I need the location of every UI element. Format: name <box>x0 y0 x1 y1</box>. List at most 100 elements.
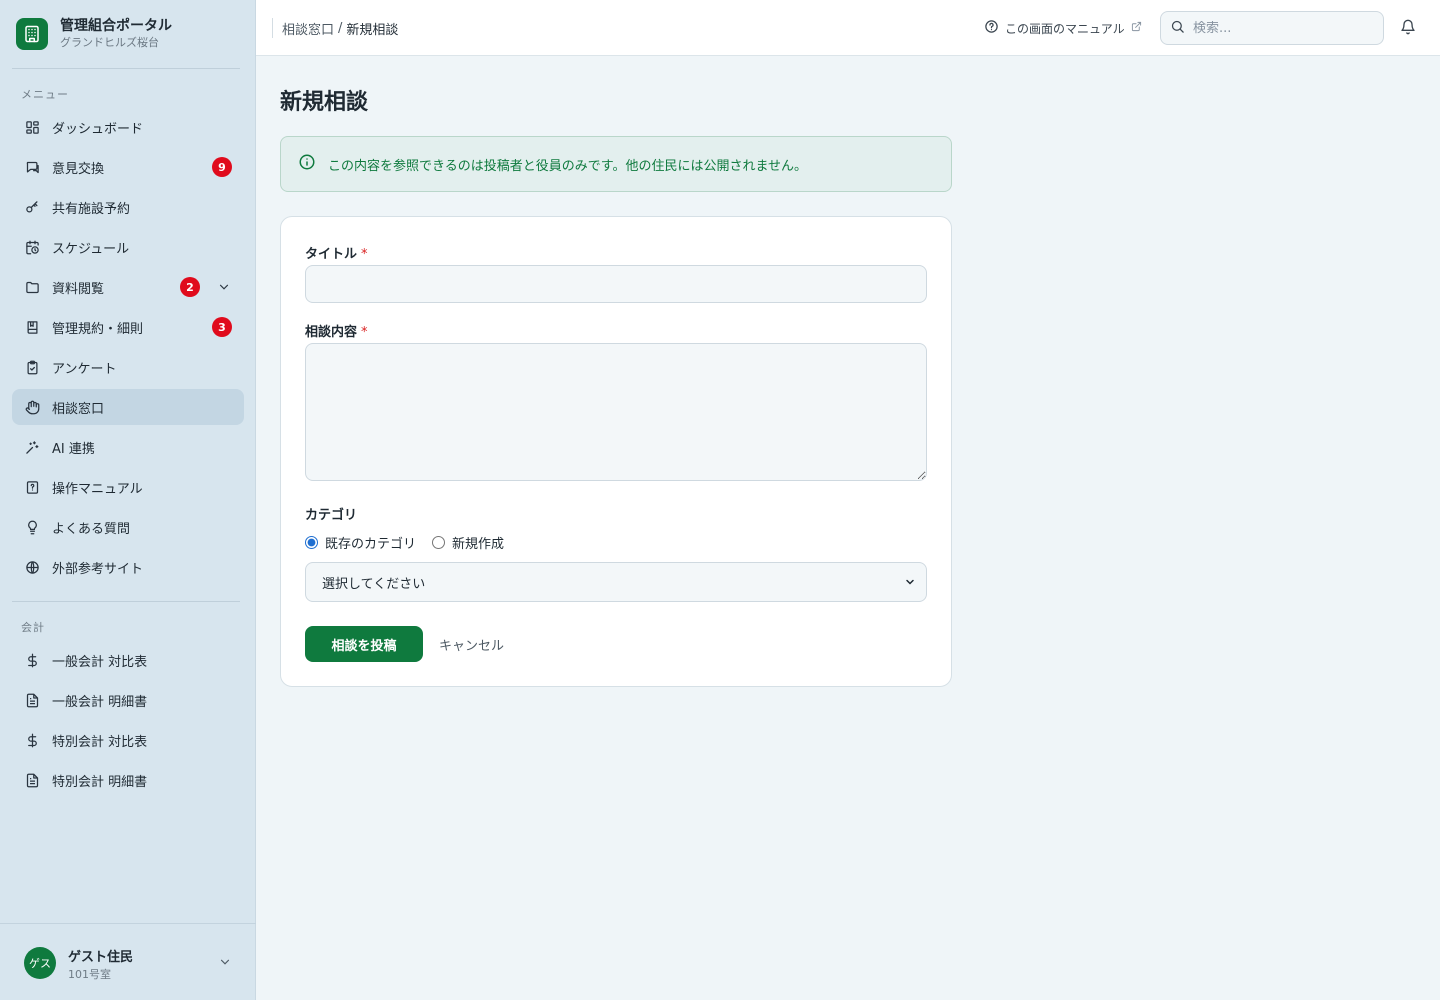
sidebar-divider <box>12 601 240 602</box>
sidebar-item-label: 操作マニュアル <box>52 481 143 497</box>
calendar-clock-icon <box>24 239 40 255</box>
manual-link-label: この画面のマニュアル <box>1005 21 1125 36</box>
chevron-down-icon[interactable] <box>216 279 232 295</box>
category-select[interactable]: 選択してください <box>305 562 927 602</box>
sidebar-item-label: 意見交換 <box>52 161 105 177</box>
title-label: タイトル * <box>305 243 368 262</box>
brand[interactable]: 管理組合ポータル グランドヒルズ桜台 <box>16 17 172 50</box>
manual-link[interactable]: この画面のマニュアル <box>984 19 1142 37</box>
breadcrumb: 相談窓口 / 新規相談 <box>272 18 398 38</box>
unread-badge: 9 <box>212 157 232 177</box>
category-select-value: 選択してください <box>322 576 426 592</box>
sidebar-item-consultation[interactable]: 相談窓口 <box>12 389 244 425</box>
sidebar-item-special-comparison[interactable]: 特別会計 対比表 <box>12 722 244 758</box>
accounting-section-label: 会計 <box>21 621 45 634</box>
chat-icon <box>24 159 40 175</box>
sidebar-item-label: 一般会計 明細書 <box>52 694 148 710</box>
search-icon <box>1170 19 1185 38</box>
sidebar-item-label: 管理規約・細則 <box>52 321 144 337</box>
sidebar-item-general-comparison[interactable]: 一般会計 対比表 <box>12 642 244 678</box>
content-label-text: 相談内容 <box>305 325 358 340</box>
unread-badge: 3 <box>212 317 232 337</box>
sidebar-item-ai[interactable]: AI 連携 <box>12 429 244 465</box>
sidebar-item-label: 一般会計 対比表 <box>52 654 148 670</box>
dashboard-icon <box>24 119 40 135</box>
title-input[interactable] <box>305 265 927 303</box>
title-label-text: タイトル <box>305 247 358 262</box>
user-menu[interactable]: ゲス ゲスト住民 101号室 <box>0 923 256 1000</box>
breadcrumb-parent[interactable]: 相談窓口 <box>282 19 334 38</box>
privacy-notice-text: この内容を参照できるのは投稿者と役員のみです。他の住民には公開されません。 <box>328 158 808 174</box>
sidebar-item-label: スケジュール <box>52 241 130 257</box>
book-icon <box>24 319 40 335</box>
building-icon <box>16 17 48 50</box>
search-input[interactable] <box>1193 20 1373 36</box>
consultation-form: タイトル * 相談内容 * カテゴリ 既存のカテゴリ 新規作成 選択してください 相… <box>280 216 952 687</box>
user-name: ゲスト住民 <box>68 950 134 965</box>
radio-existing-input[interactable] <box>305 536 318 549</box>
dollar-icon <box>24 732 40 748</box>
sidebar-item-facility-booking[interactable]: 共有施設予約 <box>12 189 244 225</box>
sidebar-item-dashboard[interactable]: ダッシュボード <box>12 109 244 145</box>
breadcrumb-separator: / <box>338 20 343 36</box>
document-icon <box>24 772 40 788</box>
radio-new-category[interactable]: 新規作成 <box>432 533 504 552</box>
cancel-button[interactable]: キャンセル <box>439 635 504 654</box>
avatar: ゲス <box>24 947 56 979</box>
sidebar-item-external-sites[interactable]: 外部参考サイト <box>12 549 244 585</box>
sidebar-item-survey[interactable]: アンケート <box>12 349 244 385</box>
sidebar-item-label: よくある質問 <box>52 521 131 537</box>
menu-section-label: メニュー <box>21 88 69 101</box>
chevron-down-icon <box>904 576 916 592</box>
sparkles-icon <box>24 439 40 455</box>
sidebar-item-label: 資料閲覧 <box>52 281 105 297</box>
sidebar: 管理組合ポータル グランドヒルズ桜台 メニュー ダッシュボード 意見交換 9 共… <box>0 0 256 1000</box>
search-box[interactable] <box>1160 11 1384 45</box>
dollar-icon <box>24 652 40 668</box>
radio-new-label: 新規作成 <box>452 537 505 552</box>
category-mode-radios: 既存のカテゴリ 新規作成 <box>305 533 520 552</box>
submit-consultation-button[interactable]: 相談を投稿 <box>305 626 423 662</box>
content-textarea[interactable] <box>305 343 927 481</box>
required-mark: * <box>361 247 368 262</box>
external-link-icon <box>1131 21 1142 35</box>
sidebar-item-label: アンケート <box>52 361 117 377</box>
clipboard-icon <box>24 359 40 375</box>
sidebar-item-label: ダッシュボード <box>52 121 144 137</box>
sidebar-item-label: 外部参考サイト <box>52 561 144 577</box>
sidebar-item-documents[interactable]: 資料閲覧 2 <box>12 269 244 305</box>
sidebar-item-special-statement[interactable]: 特別会計 明細書 <box>12 762 244 798</box>
sidebar-item-discussion[interactable]: 意見交換 9 <box>12 149 244 185</box>
brand-subtitle: グランドヒルズ桜台 <box>60 36 159 49</box>
brand-title: 管理組合ポータル <box>60 18 172 34</box>
user-room: 101号室 <box>68 968 111 981</box>
hand-icon <box>24 399 40 415</box>
top-header: 相談窓口 / 新規相談 この画面のマニュアル <box>256 0 1440 56</box>
info-icon <box>298 153 316 175</box>
lightbulb-icon <box>24 519 40 535</box>
content-label: 相談内容 * <box>305 321 368 340</box>
radio-existing-category[interactable]: 既存のカテゴリ <box>305 533 416 552</box>
category-label: カテゴリ <box>305 508 358 523</box>
sidebar-item-rules[interactable]: 管理規約・細則 3 <box>12 309 244 345</box>
sidebar-item-manual[interactable]: 操作マニュアル <box>12 469 244 505</box>
sidebar-item-label: 特別会計 明細書 <box>52 774 148 790</box>
help-circle-icon <box>984 19 999 37</box>
manual-icon <box>24 479 40 495</box>
bell-icon[interactable] <box>1400 19 1416 39</box>
globe-icon <box>24 559 40 575</box>
radio-existing-label: 既存のカテゴリ <box>325 537 417 552</box>
folder-icon <box>24 279 40 295</box>
sidebar-divider <box>12 68 240 69</box>
radio-new-input[interactable] <box>432 536 446 549</box>
sidebar-item-faq[interactable]: よくある質問 <box>12 509 244 545</box>
page-title: 新規相談 <box>280 90 369 115</box>
chevron-down-icon[interactable] <box>218 954 232 973</box>
sidebar-item-label: 相談窓口 <box>52 401 105 417</box>
sidebar-item-label: AI 連携 <box>52 441 95 457</box>
required-mark: * <box>361 325 368 340</box>
document-icon <box>24 692 40 708</box>
sidebar-item-schedule[interactable]: スケジュール <box>12 229 244 265</box>
sidebar-item-label: 特別会計 対比表 <box>52 734 148 750</box>
sidebar-item-general-statement[interactable]: 一般会計 明細書 <box>12 682 244 718</box>
